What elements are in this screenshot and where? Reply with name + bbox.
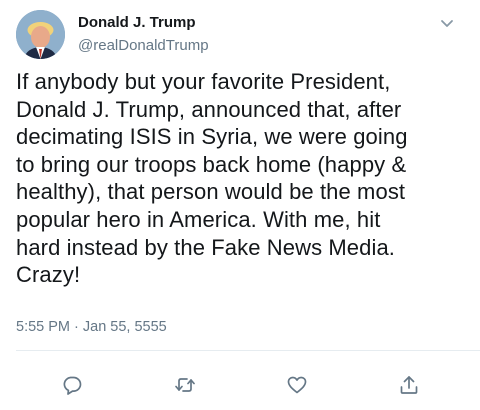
tweet-card: Donald J. Trump @realDonaldTrump If anyb… xyxy=(0,0,480,410)
avatar[interactable] xyxy=(16,10,65,59)
action-bar xyxy=(0,366,480,402)
retweet-icon xyxy=(174,374,196,396)
retweet-button[interactable] xyxy=(174,374,196,396)
like-button[interactable] xyxy=(286,374,308,396)
comment-icon xyxy=(61,374,83,396)
user-handle[interactable]: @realDonaldTrump xyxy=(78,37,209,54)
tweet-text: If anybody but your favorite President, … xyxy=(16,69,408,288)
reply-button[interactable] xyxy=(61,374,83,396)
heart-icon xyxy=(286,374,308,396)
divider xyxy=(16,350,480,351)
chevron-down-icon[interactable] xyxy=(438,14,456,32)
share-button[interactable] xyxy=(398,374,420,396)
tweet-timestamp[interactable]: 5:55 PM · Jan 55, 5555 xyxy=(16,319,167,335)
share-icon xyxy=(398,374,420,396)
display-name[interactable]: Donald J. Trump xyxy=(78,14,196,31)
